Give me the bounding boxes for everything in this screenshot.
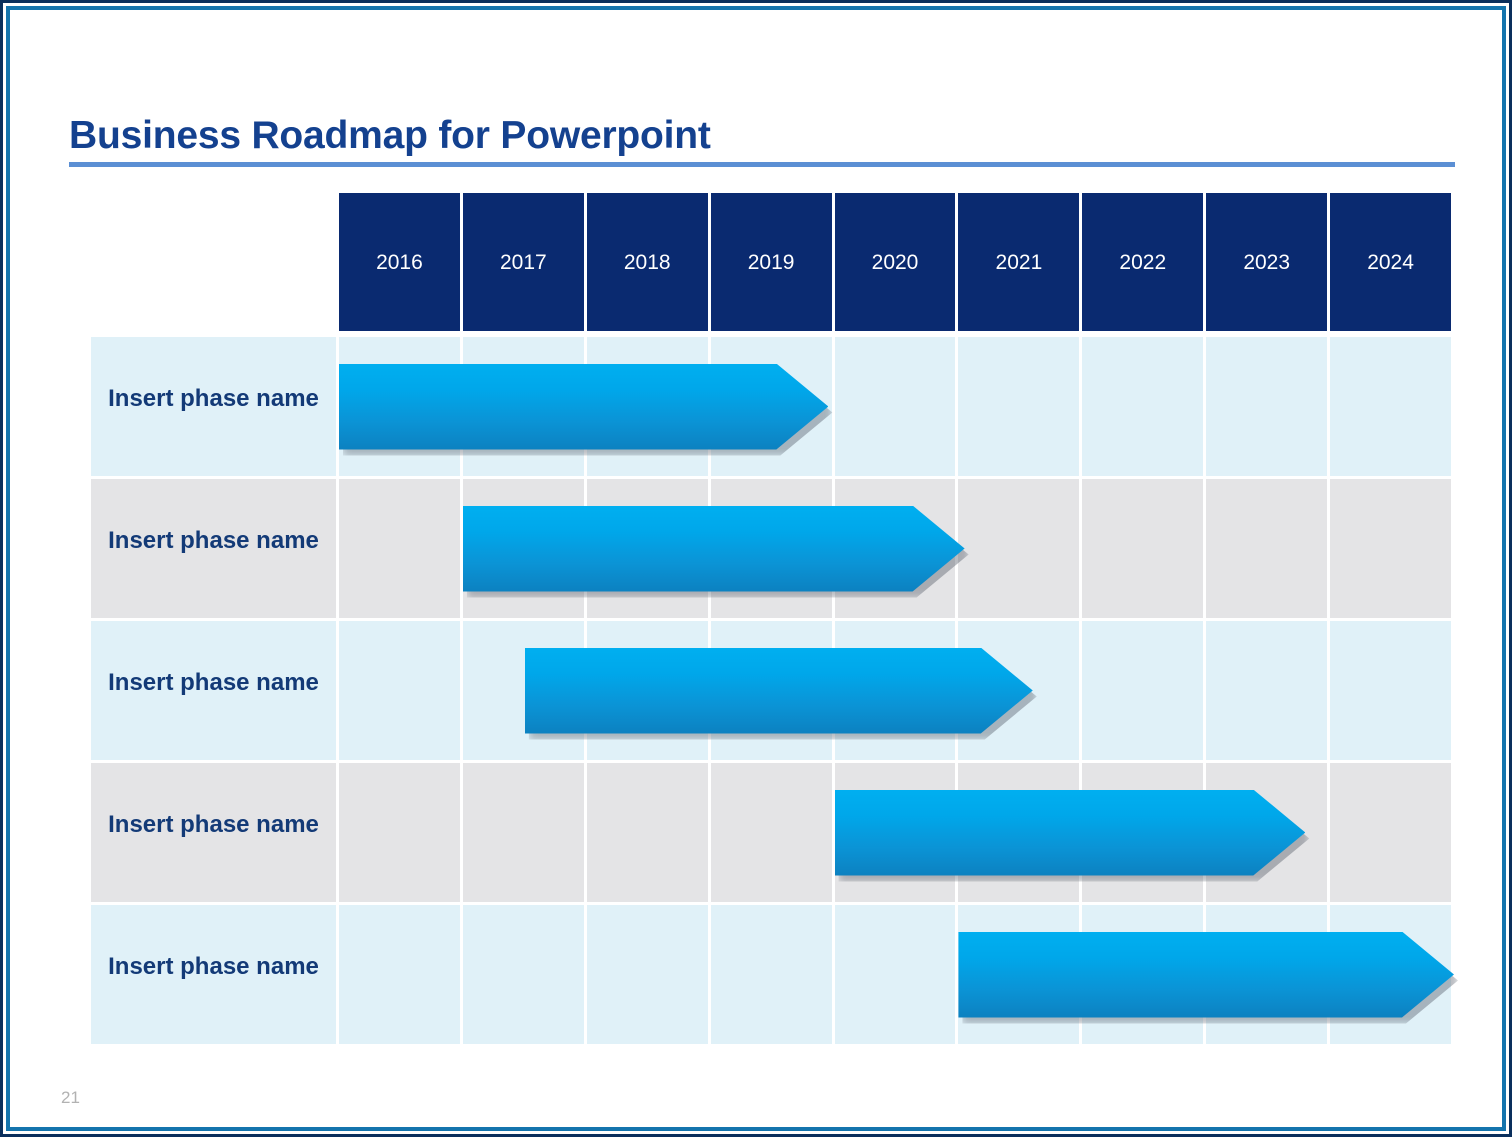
title-underline-rule xyxy=(69,162,1455,167)
phase-arrow-1[interactable] xyxy=(339,364,828,450)
year-header-cell-2018[interactable]: 2018 xyxy=(586,193,708,331)
phase-arrow-2[interactable] xyxy=(463,506,965,592)
timeline-cell-2019[interactable] xyxy=(710,763,832,902)
timeline-cell-2022[interactable] xyxy=(1082,337,1204,476)
phase-label-text: Insert phase name xyxy=(108,527,319,554)
year-header-cell-2019[interactable]: 2019 xyxy=(710,193,832,331)
phase-arrow-body xyxy=(835,790,1306,876)
page-title: Business Roadmap for Powerpoint xyxy=(69,114,711,157)
timeline-cell-2016[interactable] xyxy=(339,763,460,902)
timeline-cell-2021[interactable] xyxy=(958,337,1080,476)
phase-label-cell[interactable]: Insert phase name xyxy=(91,763,336,902)
phase-arrow-body xyxy=(958,932,1454,1018)
timeline-cell-2021[interactable] xyxy=(958,479,1080,618)
timeline-cell-2022[interactable] xyxy=(1082,479,1204,618)
timeline-cell-2024[interactable] xyxy=(1330,337,1452,476)
timeline-cell-2019[interactable] xyxy=(710,905,832,1044)
roadmap-grid-body: Insert phase name Insert phase name Insert… xyxy=(91,337,1451,1047)
year-header-cell-2022[interactable]: 2022 xyxy=(1082,193,1204,331)
phase-label-text: Insert phase name xyxy=(108,953,319,980)
timeline-cell-2024[interactable] xyxy=(1330,479,1452,618)
phase-label-text: Insert phase name xyxy=(108,385,319,412)
timeline-cell-2023[interactable] xyxy=(1206,337,1328,476)
year-header-cell-2023[interactable]: 2023 xyxy=(1206,193,1328,331)
timeline-cell-2022[interactable] xyxy=(1082,621,1204,760)
phase-arrow-4[interactable] xyxy=(835,790,1306,876)
timeline-cell-2024[interactable] xyxy=(1330,621,1452,760)
phase-label-text: Insert phase name xyxy=(108,811,319,838)
timeline-cell-2020[interactable] xyxy=(834,905,956,1044)
phase-arrow-3[interactable] xyxy=(525,648,1033,734)
phase-arrow-body xyxy=(525,648,1033,734)
timeline-cell-2018[interactable] xyxy=(586,763,708,902)
year-header-cell-2021[interactable]: 2021 xyxy=(958,193,1080,331)
phase-label-cell[interactable]: Insert phase name xyxy=(91,479,336,618)
timeline-cell-2020[interactable] xyxy=(834,337,956,476)
year-header-cell-2016[interactable]: 2016 xyxy=(339,193,460,331)
page-number: 21 xyxy=(61,1088,80,1107)
timeline-cell-2023[interactable] xyxy=(1206,621,1328,760)
timeline-cell-2016[interactable] xyxy=(339,621,460,760)
slide-canvas: Business Roadmap for Powerpoint 2016 2017… xyxy=(0,0,1512,1137)
phase-label-cell[interactable]: Insert phase name xyxy=(91,621,336,760)
timeline-cell-2018[interactable] xyxy=(586,905,708,1044)
phase-arrow-body xyxy=(463,506,965,592)
timeline-cell-2017[interactable] xyxy=(462,905,584,1044)
year-header-cell-2024[interactable]: 2024 xyxy=(1330,193,1452,331)
phase-label-cell[interactable]: Insert phase name xyxy=(91,337,336,476)
timeline-cell-2023[interactable] xyxy=(1206,479,1328,618)
year-header-cell-2017[interactable]: 2017 xyxy=(462,193,584,331)
timeline-cell-2017[interactable] xyxy=(462,763,584,902)
title-block: Business Roadmap for Powerpoint xyxy=(69,113,1455,167)
timeline-cell-2024[interactable] xyxy=(1330,763,1452,902)
year-header-cell-2020[interactable]: 2020 xyxy=(834,193,956,331)
timeline-cell-2016[interactable] xyxy=(339,905,460,1044)
phase-arrow-5[interactable] xyxy=(958,932,1454,1018)
phase-arrow-body xyxy=(339,364,828,450)
timeline-cell-2016[interactable] xyxy=(339,479,460,618)
phase-label-cell[interactable]: Insert phase name xyxy=(91,905,336,1044)
phase-label-text: Insert phase name xyxy=(108,669,319,696)
year-header-row: 2016 2017 2018 2019 2020 2021 2022 2023 2024 xyxy=(339,193,1452,331)
